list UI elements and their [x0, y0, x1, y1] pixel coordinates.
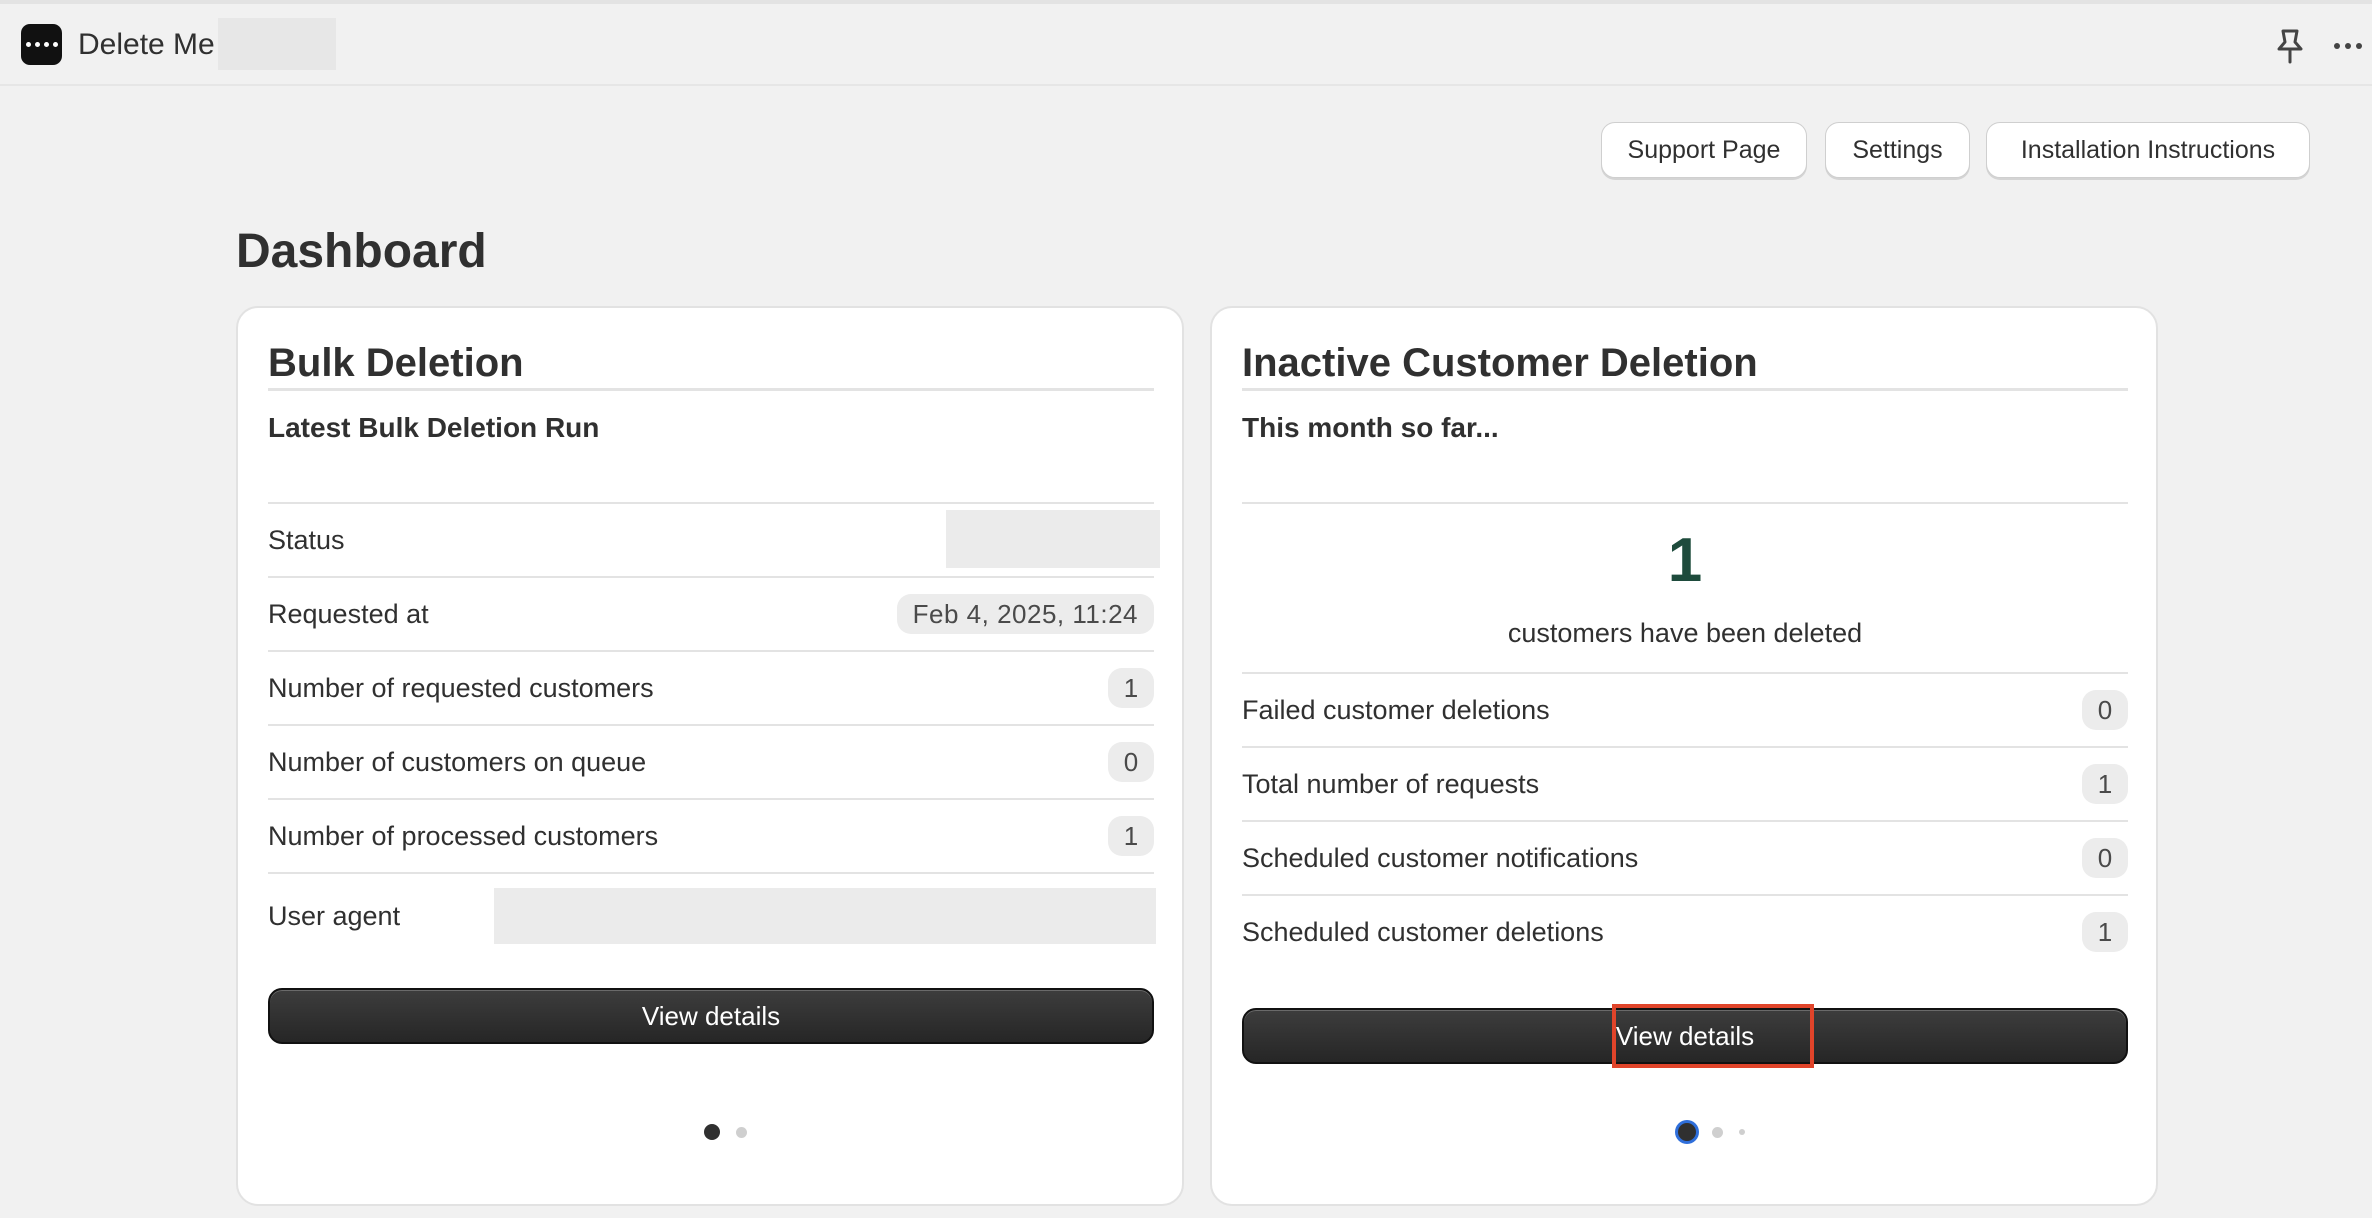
failed-deletions-row: Failed customer deletions 0 [1242, 674, 2128, 746]
card-subtitle: Latest Bulk Deletion Run [268, 412, 600, 443]
divider [1242, 502, 2128, 504]
support-page-button[interactable]: Support Page [1601, 122, 1807, 178]
redacted-user-agent-value [494, 888, 1156, 944]
pagination-dot-active[interactable] [704, 1124, 720, 1140]
total-requests-row: Total number of requests 1 [1242, 748, 2128, 820]
count-badge: 1 [2082, 764, 2128, 804]
redacted-title-area [218, 18, 336, 70]
pin-icon[interactable] [2272, 26, 2308, 66]
divider [268, 388, 1154, 391]
deleted-count-caption: customers have been deleted [1507, 618, 1863, 648]
divider [268, 872, 1154, 874]
deleted-count: 1 [1667, 526, 1703, 595]
requested-at-badge: Feb 4, 2025, 11:24 [896, 594, 1154, 634]
row-label: Scheduled customer deletions [1242, 916, 1604, 947]
page-title: Dashboard [236, 225, 487, 278]
carousel-pagination [1678, 1122, 1745, 1142]
row-label: Scheduled customer notifications [1242, 842, 1639, 873]
count-badge: 0 [2082, 690, 2128, 730]
pagination-dot[interactable] [1712, 1126, 1723, 1138]
scheduled-deletions-row: Scheduled customer deletions 1 [1242, 896, 2128, 968]
row-label: Status [268, 524, 345, 555]
row-label: Failed customer deletions [1242, 694, 1550, 725]
row-label: Number of requested customers [268, 672, 654, 703]
row-label: Number of customers on queue [268, 746, 647, 777]
more-actions-icon[interactable] [2328, 26, 2368, 66]
requested-at-row: Requested at Feb 4, 2025, 11:24 [268, 578, 1154, 650]
row-label: User agent [268, 900, 401, 931]
requested-customers-row: Number of requested customers 1 [268, 652, 1154, 724]
app-title: Delete Me [78, 28, 215, 61]
row-label: Number of processed customers [268, 820, 659, 851]
count-badge: 0 [1108, 742, 1154, 782]
scheduled-notifications-row: Scheduled customer notifications 0 [1242, 822, 2128, 894]
count-badge: 1 [2082, 912, 2128, 952]
redacted-status-value [946, 510, 1160, 568]
divider [1242, 388, 2128, 391]
pagination-dot[interactable] [1739, 1129, 1745, 1135]
card-subtitle: This month so far... [1242, 412, 1499, 443]
count-badge: 1 [1108, 668, 1154, 708]
inactive-customer-deletion-card: Inactive Customer Deletion This month so… [1210, 306, 2158, 1206]
button-label: View details [1615, 1020, 1755, 1051]
pagination-dot-active[interactable] [1678, 1123, 1696, 1141]
settings-button[interactable]: Settings [1825, 122, 1970, 178]
row-label: Total number of requests [1242, 768, 1540, 799]
pagination-dot[interactable] [736, 1126, 747, 1138]
app-top-bar: Delete Me [0, 0, 2372, 86]
bulk-deletion-card: Bulk Deletion Latest Bulk Deletion Run S… [236, 306, 1184, 1206]
card-title: Inactive Customer Deletion [1242, 341, 1758, 385]
card-title: Bulk Deletion [268, 341, 524, 385]
bulk-view-details-button[interactable]: View details [268, 988, 1154, 1044]
installation-instructions-button[interactable]: Installation Instructions [1986, 122, 2310, 178]
queue-customers-row: Number of customers on queue 0 [268, 726, 1154, 798]
count-badge: 1 [1108, 816, 1154, 856]
count-badge: 0 [2082, 838, 2128, 878]
carousel-pagination [704, 1122, 747, 1142]
inactive-view-details-button[interactable]: View details [1242, 1004, 2128, 1068]
processed-customers-row: Number of processed customers 1 [268, 800, 1154, 872]
row-label: Requested at [268, 598, 429, 629]
app-logo-icon [21, 24, 62, 65]
